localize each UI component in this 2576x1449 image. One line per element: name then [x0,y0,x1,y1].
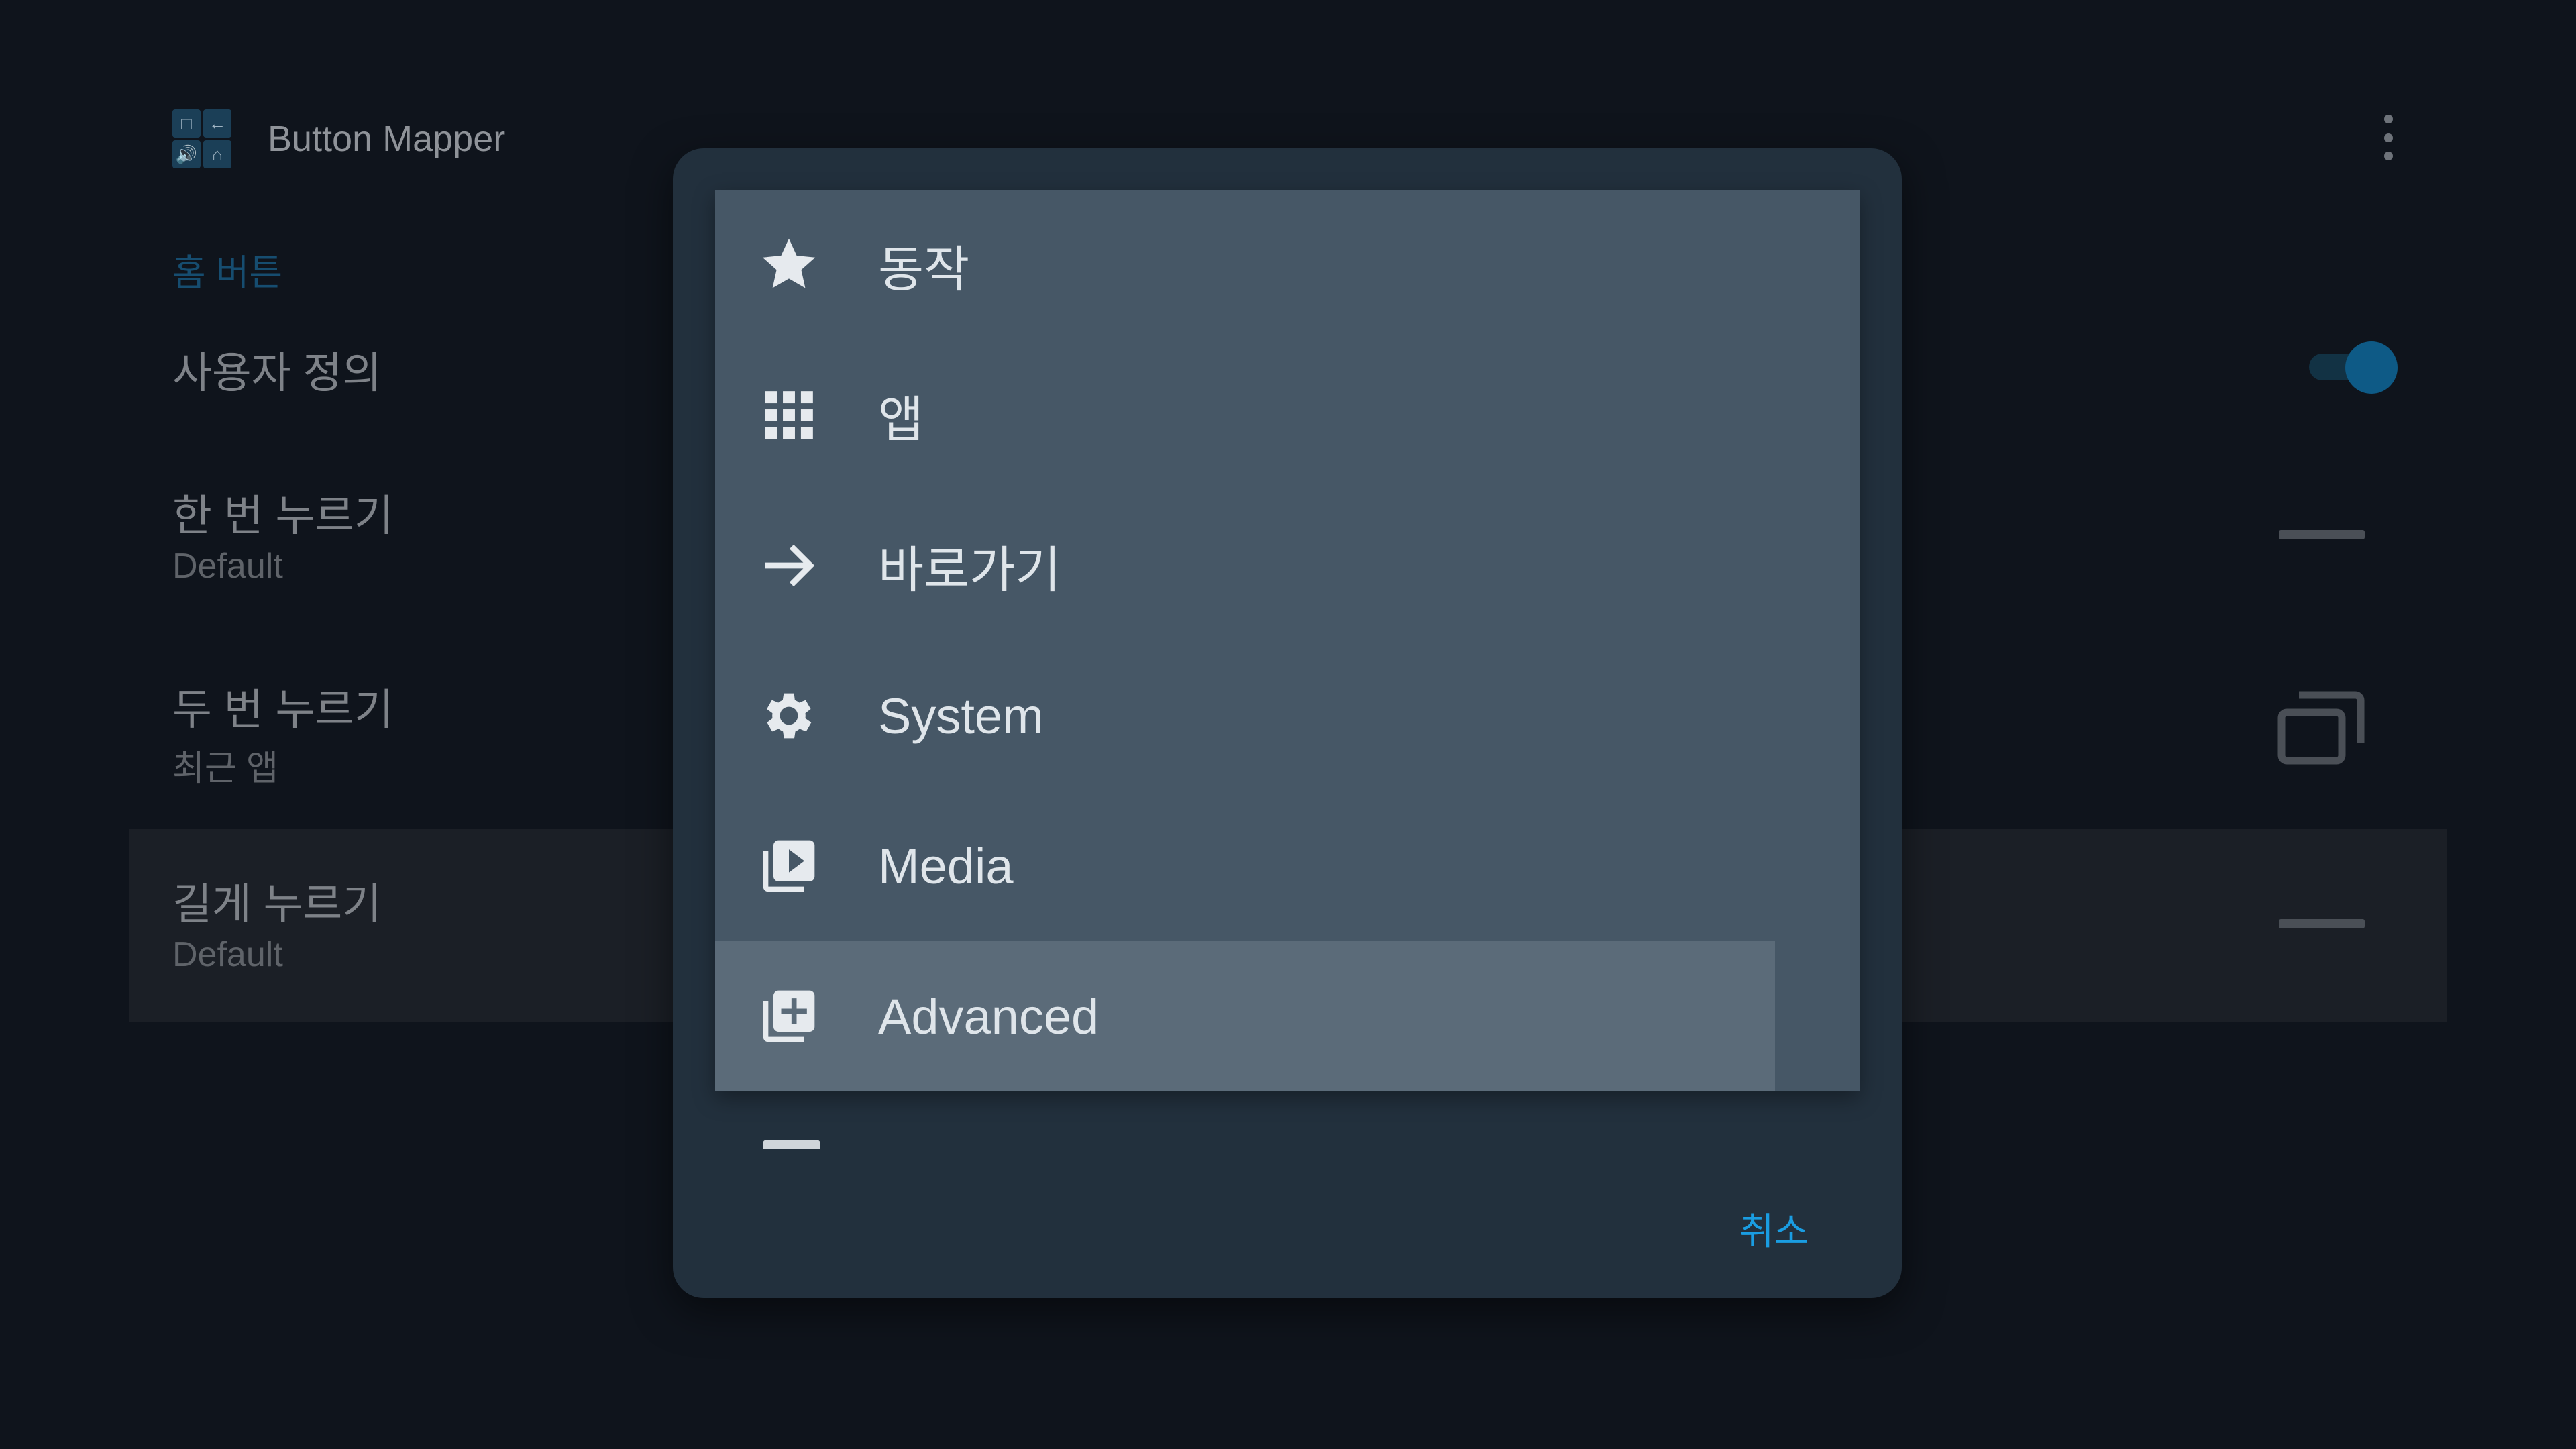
single-press-label: 한 번 누르기 [172,492,394,540]
overflow-menu-icon[interactable] [2375,111,2402,164]
double-press-row[interactable]: 두 번 누르기 최근 앱 [172,676,394,790]
app-logo: □ ← 🔊 ⌂ [172,109,231,168]
toggle-thumb [2345,341,2398,394]
minus-icon [2279,919,2365,928]
arrow-right-icon [757,533,821,598]
logo-tile-home: ⌂ [203,140,231,168]
section-label: 홈 버튼 [172,253,283,293]
logo-tile-back: ← [203,109,231,138]
menu-item-label: Advanced [878,988,1099,1044]
media-library-icon [757,834,821,898]
double-press-value: 최근 앱 [172,749,278,788]
menu-item-media[interactable]: Media [715,791,1860,941]
overflow-dot [2383,133,2393,142]
long-press-label: 길게 누르기 [172,880,382,928]
menu-item-label: 앱 [878,391,924,447]
menu-item-actions[interactable]: 동작 [715,190,1860,340]
long-press-row[interactable]: 길게 누르기 Default [172,870,382,975]
apps-grid-icon [757,383,821,447]
action-type-dialog: 동작 앱 바로가기 System Media Advanced 취소 [673,148,1902,1298]
menu-item-label: System [878,688,1044,744]
menu-item-shortcuts[interactable]: 바로가기 [715,490,1860,641]
menu-item-apps[interactable]: 앱 [715,340,1860,490]
single-press-value: Default [172,547,283,586]
cancel-button[interactable]: 취소 [1730,1195,1818,1263]
gear-icon [757,684,821,748]
menu-item-system[interactable]: System [715,641,1860,791]
logo-tile-volume: 🔊 [172,140,201,168]
overflow-dot [2383,152,2393,160]
app-title: Button Mapper [268,119,506,159]
overflow-dot [2383,115,2393,123]
minus-icon [2279,530,2365,539]
custom-toggle[interactable] [2305,339,2399,394]
recents-icon [2277,691,2365,765]
menu-item-label: Media [878,838,1014,894]
menu-item-label: 바로가기 [878,541,1061,598]
double-press-label: 두 번 누르기 [172,686,394,734]
menu-item-label: 동작 [878,241,970,297]
long-press-value: Default [172,935,283,974]
menu-list: 동작 앱 바로가기 System Media Advanced [715,190,1860,1091]
menu-item-advanced[interactable]: Advanced [715,941,1775,1091]
star-icon [757,233,821,297]
single-press-row[interactable]: 한 번 누르기 Default [172,482,394,586]
next-item-icon-peek [763,1140,820,1149]
custom-setting-label: 사용자 정의 [172,349,382,397]
logo-tile-square: □ [172,109,201,138]
add-library-icon [757,984,821,1049]
app-header: □ ← 🔊 ⌂ Button Mapper [172,105,505,172]
screen: □ ← 🔊 ⌂ Button Mapper 홈 버튼 사용자 정의 한 번 누르… [0,0,2576,1449]
custom-setting-row[interactable]: 사용자 정의 [172,339,382,400]
